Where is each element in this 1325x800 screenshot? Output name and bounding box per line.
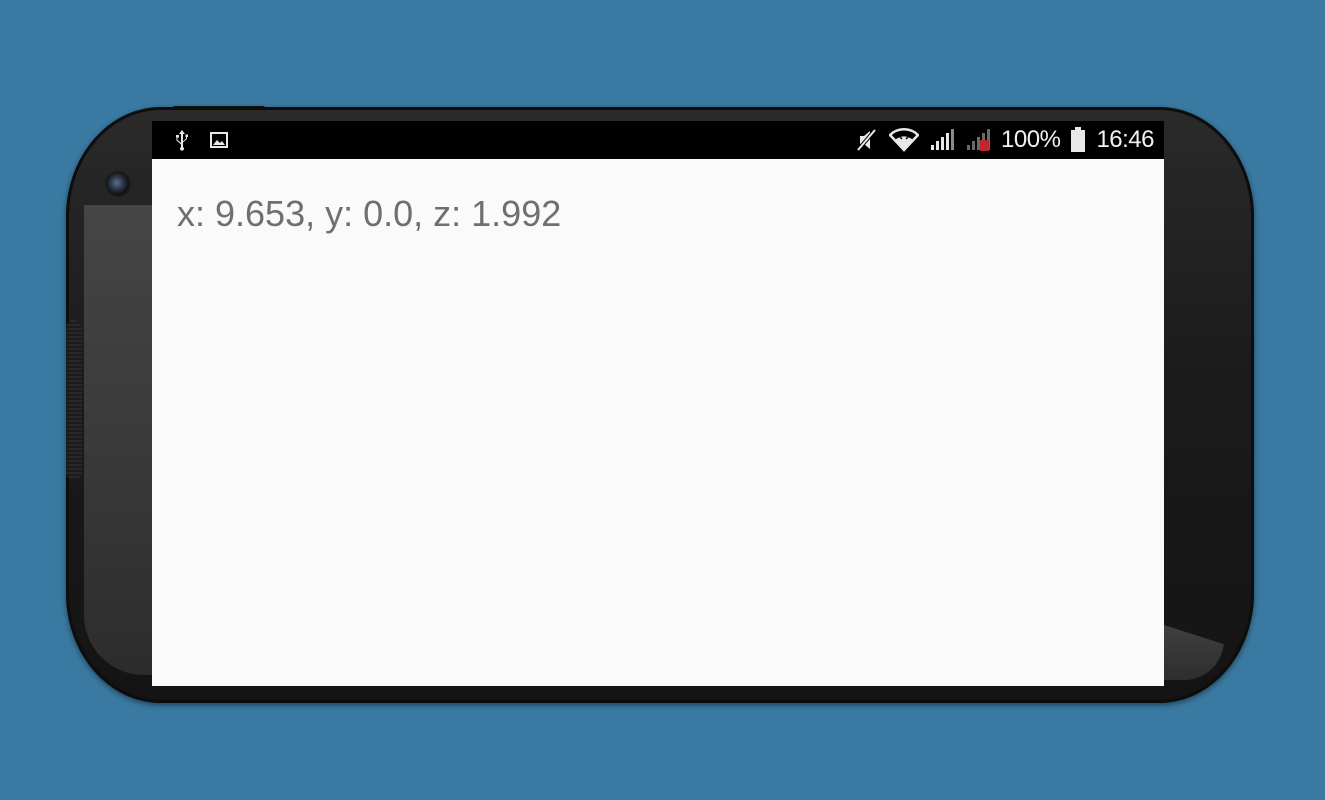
- status-clock: 16:46: [1096, 126, 1154, 153]
- bezel-shade-left: [84, 205, 152, 675]
- battery-percent: 100%: [1001, 126, 1061, 153]
- stage: 100% 16:46 x: 9.653, y: 0.0, z: 1.992: [0, 0, 1325, 800]
- signal-icon: [929, 128, 955, 152]
- status-bar-notifications: [174, 128, 228, 152]
- image-icon: [210, 131, 228, 149]
- phone-screen: 100% 16:46 x: 9.653, y: 0.0, z: 1.992: [152, 121, 1164, 686]
- battery-icon: [1070, 127, 1086, 153]
- status-bar-system: 100% 16:46: [855, 125, 1154, 155]
- accelerometer-readout: x: 9.653, y: 0.0, z: 1.992: [177, 193, 562, 234]
- front-camera: [107, 173, 129, 195]
- usb-icon: [174, 129, 190, 151]
- wifi-icon: [889, 128, 920, 152]
- signal-no-sim-icon: [965, 128, 991, 152]
- app-content: x: 9.653, y: 0.0, z: 1.992: [177, 191, 561, 237]
- status-bar[interactable]: 100% 16:46: [152, 121, 1164, 159]
- mute-icon: [855, 127, 879, 153]
- volume-grip: [66, 320, 82, 480]
